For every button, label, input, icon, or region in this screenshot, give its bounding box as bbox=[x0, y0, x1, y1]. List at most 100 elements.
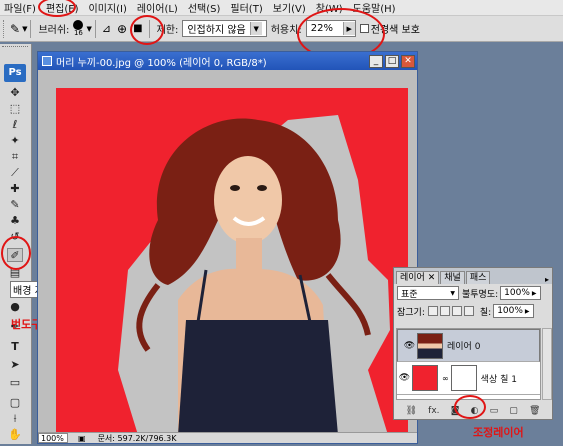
lock-image-icon[interactable] bbox=[439, 306, 450, 316]
eyedropper-icon[interactable]: ⟊ bbox=[7, 412, 23, 426]
notes-tool-icon[interactable]: ▢ bbox=[7, 396, 23, 410]
separator bbox=[30, 19, 32, 38]
gradient-tool-icon[interactable]: ▤ bbox=[7, 266, 23, 280]
canvas[interactable] bbox=[38, 70, 417, 435]
chevron-down-icon: ▼ bbox=[249, 22, 262, 35]
menu-filter[interactable]: 필터(T) bbox=[230, 0, 262, 15]
fill-input[interactable]: 100% ▶ bbox=[493, 304, 534, 318]
menu-window[interactable]: 창(W) bbox=[316, 0, 343, 15]
marquee-tool-icon[interactable]: ⬚ bbox=[7, 102, 23, 116]
tab-paths[interactable]: 패스 bbox=[465, 271, 491, 284]
layers-panel: 레이어 ✕ 채널 패스 ▸ 표준 ▼ 불투명도: 100% ▶ 잠그기: 칠: … bbox=[393, 267, 553, 420]
menu-image[interactable]: 이미지(I) bbox=[89, 0, 127, 15]
fill-label: 칠: bbox=[479, 307, 492, 318]
eye-icon[interactable]: 👁 bbox=[397, 373, 412, 383]
tolerance-label: 허용치: bbox=[270, 25, 302, 36]
lock-transparency-icon[interactable] bbox=[427, 306, 438, 316]
limit-value: 인접하지 않음 bbox=[187, 25, 246, 36]
panel-menu-icon[interactable]: ▸ bbox=[545, 275, 552, 284]
brush-size: 16 bbox=[73, 29, 83, 37]
tab-layers[interactable]: 레이어 ✕ bbox=[396, 271, 440, 284]
menu-layer[interactable]: 레이어(L) bbox=[137, 0, 178, 15]
sampling-swatch-icon[interactable]: ■ bbox=[133, 23, 142, 34]
trash-icon[interactable]: 🗑 bbox=[529, 406, 540, 416]
hand-tool-icon[interactable]: ✋ bbox=[7, 428, 23, 442]
blend-mode-select[interactable]: 표준 ▼ bbox=[397, 286, 459, 300]
protect-foreground-checkbox[interactable]: 전경색 보호 bbox=[359, 21, 420, 36]
brush-tool-icon[interactable]: ✎ bbox=[7, 198, 23, 212]
layers-tabs: 레이어 ✕ 채널 패스 ▸ bbox=[394, 268, 552, 284]
layer-thumbnail bbox=[417, 332, 443, 359]
menu-view[interactable]: 보기(V) bbox=[273, 0, 306, 15]
clone-stamp-icon[interactable]: ♣ bbox=[7, 214, 23, 228]
tool-preset-icon[interactable]: ✎ bbox=[10, 22, 20, 36]
opacity-input[interactable]: 100% ▶ bbox=[500, 286, 541, 300]
document-titlebar[interactable]: 머리 누끼-00.jpg @ 100% (레이어 0, RGB/8*) _ □ … bbox=[38, 52, 417, 70]
lasso-tool-icon[interactable]: ℓ bbox=[7, 118, 23, 132]
maximize-button[interactable]: □ bbox=[385, 54, 399, 68]
menu-help[interactable]: 도움말(H) bbox=[353, 0, 396, 15]
eye-icon[interactable]: 👁 bbox=[402, 341, 417, 351]
dress-shape bbox=[178, 320, 338, 435]
menu-file[interactable]: 파일(F) bbox=[4, 0, 36, 15]
sampling-continuous-icon[interactable]: ⊿ bbox=[102, 22, 111, 35]
layers-footer: ⛓ fx. ◙ ◐ ▭ ▢ 🗑 bbox=[394, 403, 552, 419]
tab-channels[interactable]: 채널 bbox=[440, 271, 465, 284]
background-eraser-icon[interactable]: ✐ bbox=[7, 248, 23, 262]
face-shape bbox=[214, 156, 282, 244]
slice-tool-icon[interactable]: ⟋ bbox=[7, 166, 23, 180]
chevron-right-icon: ▶ bbox=[531, 289, 537, 297]
group-icon[interactable]: ▭ bbox=[490, 406, 499, 416]
menu-edit[interactable]: 편집(E) bbox=[46, 0, 79, 15]
path-select-icon[interactable]: ➤ bbox=[7, 358, 23, 372]
layer-mask-thumbnail bbox=[450, 365, 477, 391]
zoom-field[interactable]: 100% bbox=[38, 433, 68, 443]
crop-tool-icon[interactable]: ⌗ bbox=[7, 150, 23, 164]
mask-icon[interactable]: ◙ bbox=[451, 406, 460, 416]
lock-row: 잠그기: 칠: 100% ▶ bbox=[394, 302, 552, 320]
brush-picker[interactable]: 16 bbox=[73, 20, 84, 37]
protect-label: 전경색 보호 bbox=[370, 25, 420, 36]
layer-row[interactable]: 👁 ∞ 색상 칠 1 bbox=[397, 362, 540, 395]
separator bbox=[148, 19, 150, 38]
tolerance-value: 22% bbox=[310, 23, 333, 34]
history-brush-icon[interactable]: ↺ bbox=[7, 230, 23, 244]
type-tool-icon[interactable]: T bbox=[7, 340, 23, 354]
tolerance-input[interactable]: 22% ▶ bbox=[305, 20, 356, 37]
magic-wand-icon[interactable]: ✦ bbox=[7, 134, 23, 148]
annotation-adjustment-layer: 조정레이어 bbox=[473, 426, 524, 439]
checkbox-icon bbox=[359, 24, 369, 33]
separator bbox=[94, 19, 96, 38]
shape-tool-icon[interactable]: ▭ bbox=[7, 376, 23, 390]
healing-brush-icon[interactable]: ✚ bbox=[7, 182, 23, 196]
ps-logo[interactable]: Ps bbox=[4, 64, 26, 82]
link-layers-icon[interactable]: ⛓ bbox=[406, 406, 417, 416]
fx-icon[interactable]: fx. bbox=[428, 406, 439, 416]
menu-select[interactable]: 선택(S) bbox=[188, 0, 221, 15]
options-grip[interactable] bbox=[3, 19, 7, 38]
status-icon[interactable]: ▣ bbox=[78, 434, 86, 443]
link-icon: ∞ bbox=[442, 373, 449, 383]
lock-all-icon[interactable] bbox=[463, 306, 474, 316]
canvas-image bbox=[56, 88, 408, 435]
right-eye bbox=[257, 185, 267, 191]
brush-arrow[interactable]: ▼ bbox=[86, 25, 91, 33]
minimize-button[interactable]: _ bbox=[369, 54, 383, 68]
chevron-down-icon: ▼ bbox=[450, 289, 455, 297]
toolbox-grip[interactable] bbox=[2, 46, 28, 49]
sampling-once-icon[interactable]: ⊕ bbox=[117, 22, 127, 36]
limit-select[interactable]: 인접하지 않음 ▼ bbox=[182, 20, 267, 37]
close-button[interactable]: ✕ bbox=[401, 54, 415, 68]
tool-preset-arrow[interactable]: ▼ bbox=[22, 25, 27, 33]
move-tool-icon[interactable]: ✥ bbox=[7, 86, 23, 100]
chevron-right-icon[interactable]: ▶ bbox=[342, 22, 355, 35]
doc-size: 문서: 597.2K/796.3K bbox=[97, 433, 177, 443]
new-layer-icon[interactable]: ▢ bbox=[509, 406, 518, 416]
layers-scrollbar[interactable] bbox=[542, 328, 552, 400]
layer-row[interactable]: 👁 레이어 0 bbox=[397, 329, 540, 362]
menu-bar: 파일(F) 편집(E) 이미지(I) 레이어(L) 선택(S) 필터(T) 보기… bbox=[0, 0, 563, 16]
adjustment-layer-icon[interactable]: ◐ bbox=[471, 406, 479, 416]
lock-position-icon[interactable] bbox=[451, 306, 462, 316]
burn-tool-icon[interactable]: ● bbox=[7, 300, 23, 314]
options-bar: ✎ ▼ 브러쉬: 16 ▼ ⊿ ⊕ ■ 제한: 인접하지 않음 ▼ 허용치: 2… bbox=[0, 16, 563, 42]
